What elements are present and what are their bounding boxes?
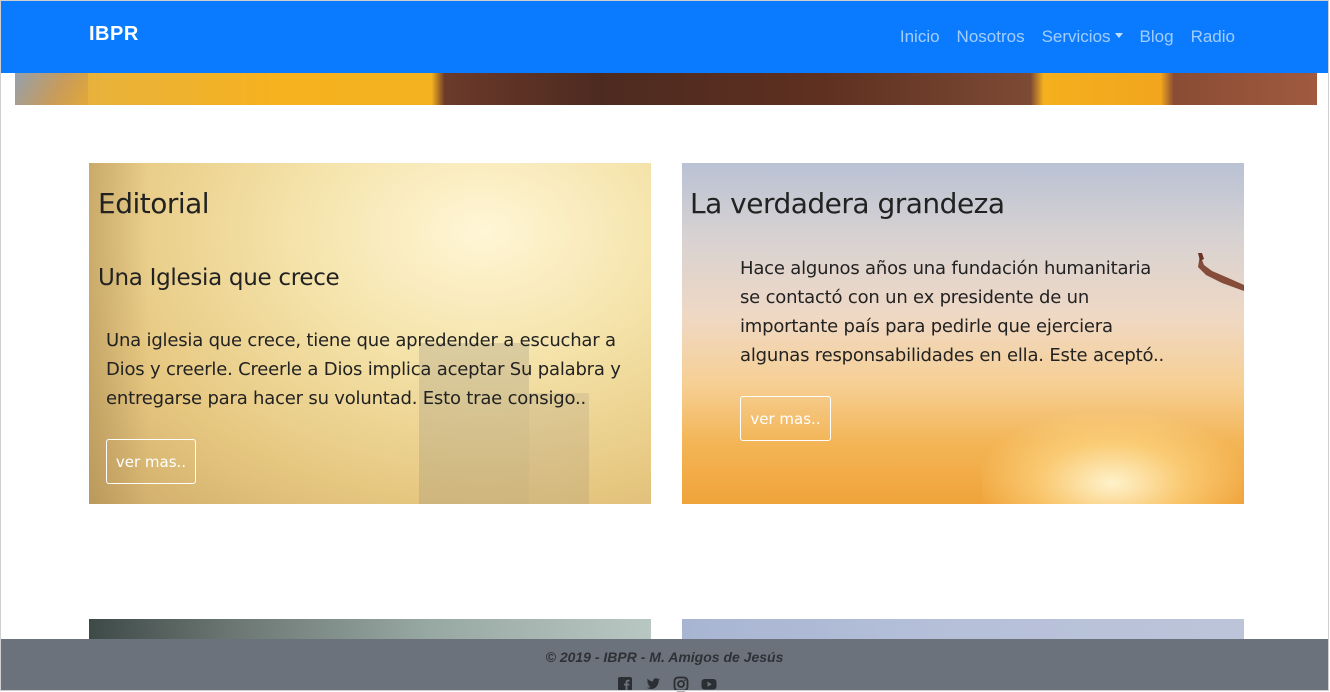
card-text: Hace algunos años una fundación humanita… <box>740 254 1164 370</box>
footer-copyright: © 2019 - IBPR - M. Amigos de Jesús <box>545 649 784 665</box>
card-title: La verdadera grandeza <box>690 187 1005 220</box>
card-text-line: se contactó con un ex presidente de un <box>740 287 1090 308</box>
card-text-line: Hace algunos años una fundación humanita… <box>740 258 1152 279</box>
ver-mas-button[interactable]: ver mas.. <box>740 396 831 441</box>
card-text-line: entregarse para hacer su voluntad. Esto … <box>106 388 587 409</box>
nav-item-blog[interactable]: Blog <box>1140 27 1174 47</box>
card-text-line: algunas responsabilidades en ella. Este … <box>740 345 1164 366</box>
nav-item-radio[interactable]: Radio <box>1191 27 1235 47</box>
caret-down-icon <box>1114 32 1123 38</box>
ver-mas-button[interactable]: ver mas.. <box>106 439 196 484</box>
footer: © 2019 - IBPR - M. Amigos de Jesús <box>1 639 1328 692</box>
card-background-sun <box>982 413 1242 504</box>
navbar: IBPR Inicio Nosotros Servicios Blog Radi… <box>1 1 1328 73</box>
card-verdadera-grandeza: La verdadera grandeza Hace algunos años … <box>682 163 1244 504</box>
nav-item-servicios-label: Servicios <box>1041 27 1111 46</box>
youtube-icon[interactable] <box>701 676 717 692</box>
card-text: Una iglesia que crece, tiene que apreden… <box>106 326 621 413</box>
twitter-icon[interactable] <box>645 676 661 692</box>
social-links <box>617 676 717 692</box>
nav-item-servicios[interactable]: Servicios <box>1042 27 1123 47</box>
card-text-line: Una iglesia que crece, tiene que apreden… <box>106 330 616 351</box>
card-subtitle: Una Iglesia que crece <box>98 265 340 291</box>
raised-hand-figure <box>1198 253 1244 291</box>
nav-item-nosotros[interactable]: Nosotros <box>957 27 1025 47</box>
brand-logo[interactable]: IBPR <box>89 23 139 46</box>
instagram-icon[interactable] <box>673 676 689 692</box>
card-text-line: importante país para pedirle que ejercie… <box>740 316 1113 337</box>
card-title: Editorial <box>98 187 210 220</box>
facebook-icon[interactable] <box>617 676 633 692</box>
card-editorial: Editorial Una Iglesia que crece Una igle… <box>89 163 651 504</box>
card-text-line: Dios y creerle. Creerle a Dios implica a… <box>106 359 621 380</box>
nav-menu: Inicio Nosotros Servicios Blog Radio <box>900 27 1235 47</box>
nav-item-inicio[interactable]: Inicio <box>900 27 940 47</box>
